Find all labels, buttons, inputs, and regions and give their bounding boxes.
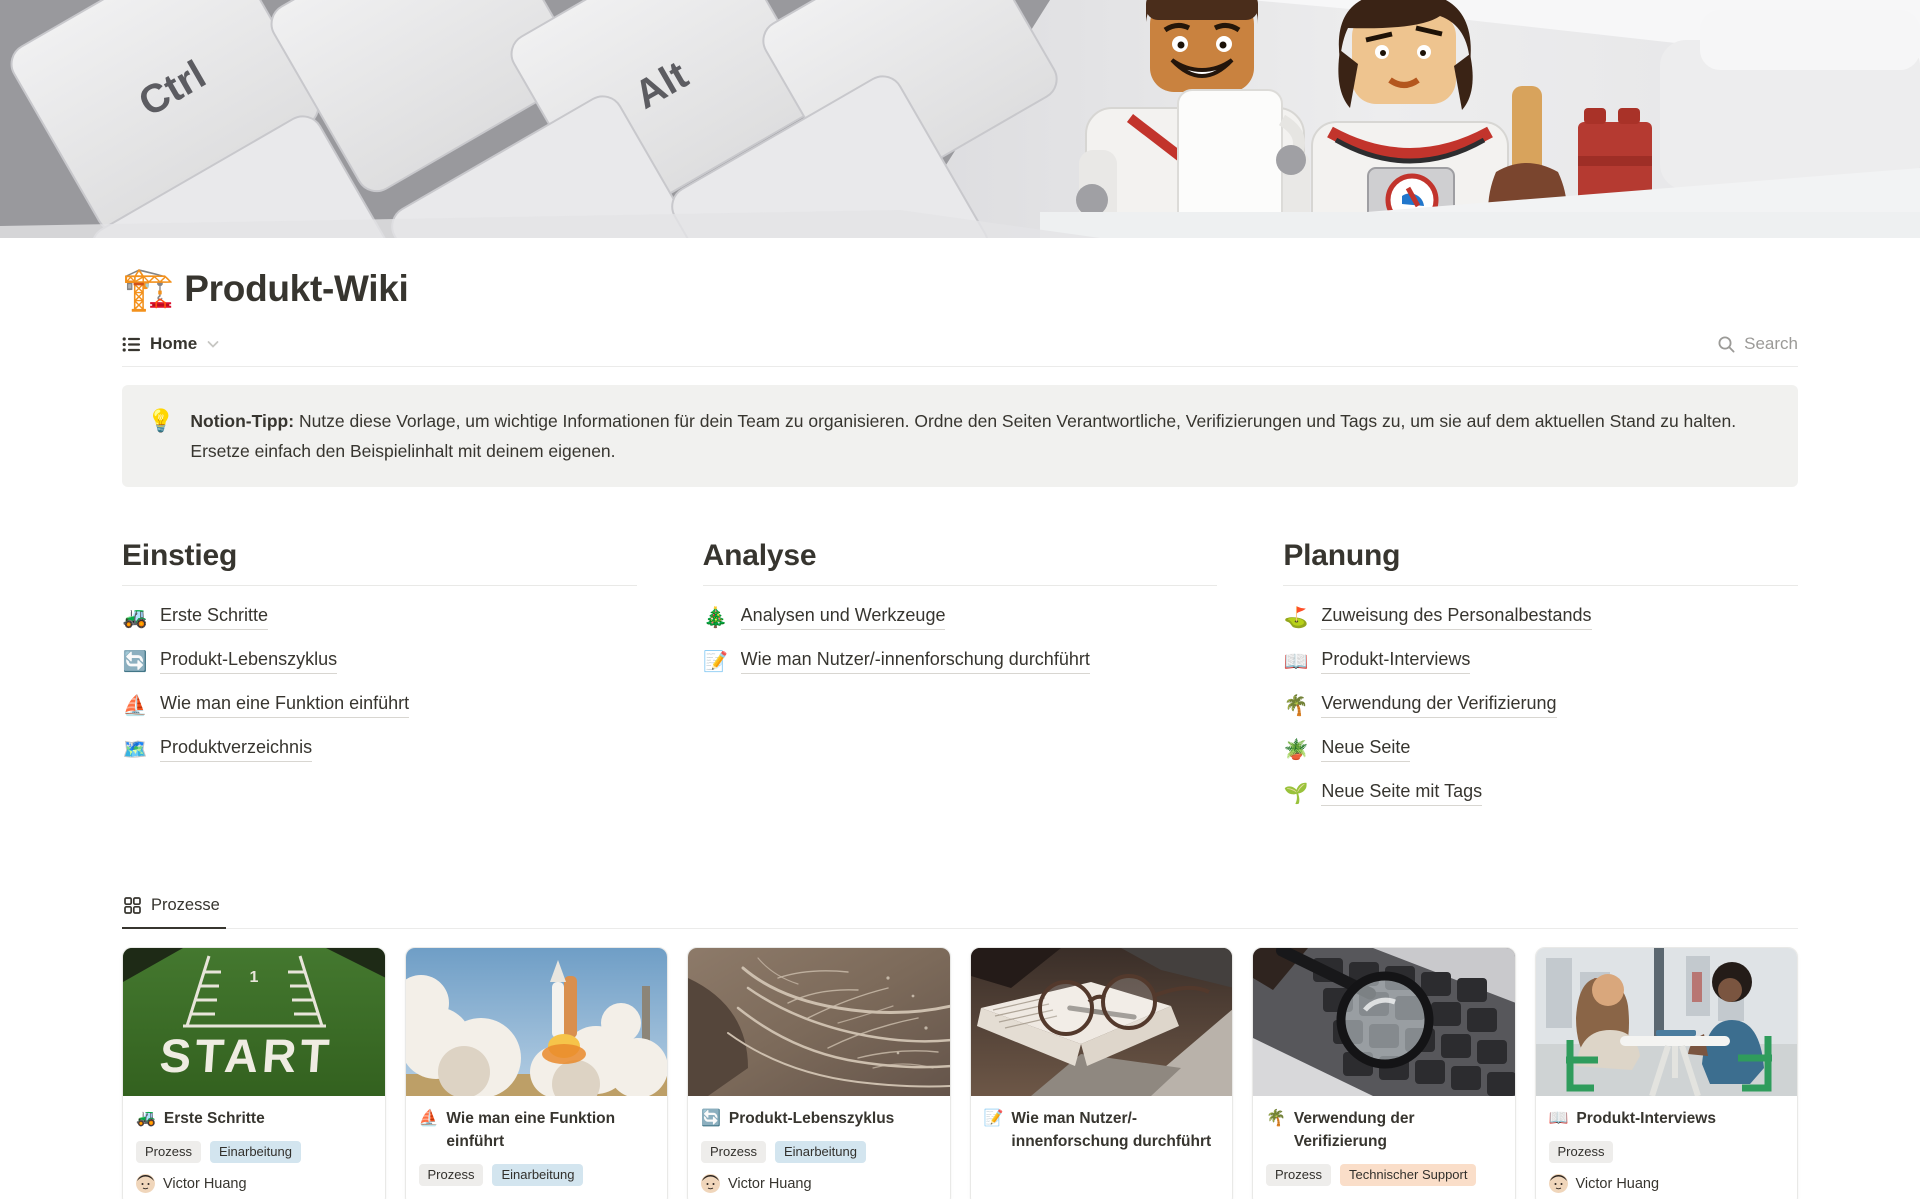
tag-prozess: Prozess xyxy=(701,1141,766,1163)
tag-prozess: Prozess xyxy=(419,1164,484,1186)
memo-icon: 📝 xyxy=(984,1107,1004,1130)
list-view-icon xyxy=(122,335,141,354)
seedling-icon: 🌱 xyxy=(1283,781,1309,806)
tab-prozesse[interactable]: Prozesse xyxy=(122,890,226,929)
gallery-card-produkt-interviews[interactable]: 📖Produkt-Interviews Prozess Victor Huang xyxy=(1535,947,1799,1199)
page-link-nutzerforschung[interactable]: 📝 Wie man Nutzer/-innenforschung durchfü… xyxy=(703,649,1218,674)
search-label: Search xyxy=(1744,334,1798,354)
gallery-grid-icon xyxy=(124,897,141,914)
light-bulb-icon: 💡 xyxy=(147,406,174,466)
open-book-icon: 📖 xyxy=(1283,649,1309,674)
tag-einarbeitung: Einarbeitung xyxy=(492,1164,583,1186)
card-cover-interview xyxy=(1536,948,1798,1096)
tag-prozess: Prozess xyxy=(1549,1141,1614,1163)
page-link-funktion-einfuehrt[interactable]: ⛵ Wie man eine Funktion einführt xyxy=(122,693,637,718)
avatar xyxy=(701,1174,720,1193)
sailboat-icon: ⛵ xyxy=(419,1107,439,1130)
page-link-produktverzeichnis[interactable]: 🗺️ Produktverzeichnis xyxy=(122,737,637,762)
tractor-icon: 🚜 xyxy=(136,1107,156,1130)
tag-prozess: Prozess xyxy=(136,1141,201,1163)
arrows-cycle-icon: 🔄 xyxy=(122,649,148,674)
page-link-neue-seite[interactable]: 🪴 Neue Seite xyxy=(1283,737,1798,762)
page-title: Produkt-Wiki xyxy=(184,268,408,310)
person-row: Victor Huang xyxy=(136,1174,372,1193)
gallery-card-nutzerforschung[interactable]: 📝Wie man Nutzer/-innenforschung durchfüh… xyxy=(970,947,1234,1199)
card-cover-notebook-glasses xyxy=(971,948,1233,1096)
svg-text:START: START xyxy=(158,1029,335,1082)
gallery-card-verifizierung[interactable]: 🌴Verwendung der Verifizierung Prozess Te… xyxy=(1252,947,1516,1199)
page-link-produkt-interviews[interactable]: 📖 Produkt-Interviews xyxy=(1283,649,1798,674)
view-nav: Home Search xyxy=(122,334,1798,367)
card-cover-river-delta xyxy=(688,948,950,1096)
page-link-verifizierung[interactable]: 🌴 Verwendung der Verifizierung xyxy=(1283,693,1798,718)
page-link-erste-schritte[interactable]: 🚜 Erste Schritte xyxy=(122,605,637,630)
card-cover-shuttle-launch xyxy=(406,948,668,1096)
page-link-neue-seite-tags[interactable]: 🌱 Neue Seite mit Tags xyxy=(1283,781,1798,806)
golf-flag-icon: ⛳ xyxy=(1283,605,1309,630)
column-heading: Planung xyxy=(1283,539,1798,586)
person-row: Victor Huang xyxy=(1549,1174,1785,1193)
page-link-analysen-werkzeuge[interactable]: 🎄 Analysen und Werkzeuge xyxy=(703,605,1218,630)
search-icon xyxy=(1717,335,1736,354)
callout-text: Notion-Tipp: Nutze diese Vorlage, um wic… xyxy=(190,406,1773,466)
column-analyse: Analyse 🎄 Analysen und Werkzeuge 📝 Wie m… xyxy=(703,539,1218,806)
svg-text:1: 1 xyxy=(250,969,259,986)
tag-prozess: Prozess xyxy=(1266,1164,1331,1186)
world-map-icon: 🗺️ xyxy=(122,737,148,762)
palm-tree-icon: 🌴 xyxy=(1266,1107,1286,1130)
gallery-card-produkt-lebenszyklus[interactable]: 🔄Produkt-Lebenszyklus Prozess Einarbeitu… xyxy=(687,947,951,1199)
cover-image: Ctrl Alt xyxy=(0,0,1920,238)
memo-icon: 📝 xyxy=(703,649,729,674)
avatar xyxy=(136,1174,155,1193)
column-planung: Planung ⛳ Zuweisung des Personalbestands… xyxy=(1283,539,1798,806)
tree-icon: 🎄 xyxy=(703,605,729,630)
chevron-down-icon[interactable] xyxy=(206,337,220,351)
avatar xyxy=(1549,1174,1568,1193)
tab-home[interactable]: Home xyxy=(122,334,220,354)
crane-icon: 🏗️ xyxy=(122,268,174,310)
tag-einarbeitung: Einarbeitung xyxy=(210,1141,301,1163)
search-button[interactable]: Search xyxy=(1717,334,1798,354)
card-cover-magnifier-laptop xyxy=(1253,948,1515,1096)
open-book-icon: 📖 xyxy=(1549,1107,1569,1130)
potted-plant-icon: 🪴 xyxy=(1283,737,1309,762)
arrows-cycle-icon: 🔄 xyxy=(701,1107,721,1130)
gallery-card-funktion-einfuehrt[interactable]: ⛵Wie man eine Funktion einführt Prozess … xyxy=(405,947,669,1199)
tag-einarbeitung: Einarbeitung xyxy=(775,1141,866,1163)
gallery-card-erste-schritte[interactable]: 1 START 🚜Erste Schritte Prozess Einarbei… xyxy=(122,947,386,1199)
column-heading: Analyse xyxy=(703,539,1218,586)
tab-prozesse-label: Prozesse xyxy=(151,896,220,915)
card-cover-start-track: 1 START xyxy=(123,948,385,1096)
page-link-produkt-lebenszyklus[interactable]: 🔄 Produkt-Lebenszyklus xyxy=(122,649,637,674)
column-heading: Einstieg xyxy=(122,539,637,586)
notion-tip-callout: 💡 Notion-Tipp: Nutze diese Vorlage, um w… xyxy=(122,385,1798,487)
tag-technischer-support: Technischer Support xyxy=(1340,1164,1477,1186)
palm-tree-icon: 🌴 xyxy=(1283,693,1309,718)
gallery-tabs: Prozesse xyxy=(122,890,1798,929)
person-row: Victor Huang xyxy=(701,1174,937,1193)
tab-home-label: Home xyxy=(150,334,197,354)
sailboat-icon: ⛵ xyxy=(122,693,148,718)
column-einstieg: Einstieg 🚜 Erste Schritte 🔄 Produkt-Lebe… xyxy=(122,539,637,806)
tractor-icon: 🚜 xyxy=(122,605,148,630)
page-link-personalbestand[interactable]: ⛳ Zuweisung des Personalbestands xyxy=(1283,605,1798,630)
